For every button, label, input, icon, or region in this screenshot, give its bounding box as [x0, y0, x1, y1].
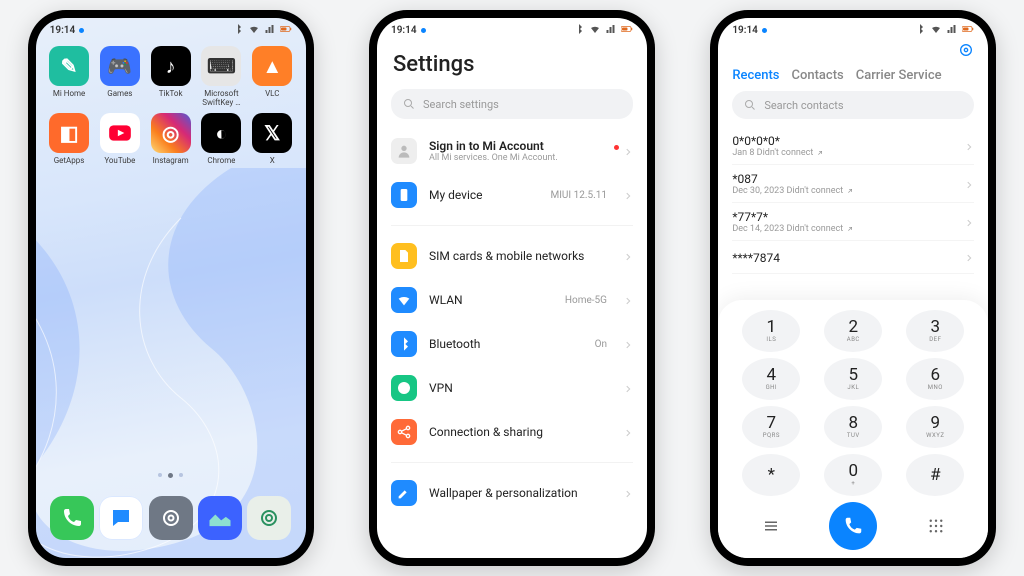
settings-row-wlan[interactable]: WLANHome-5G — [377, 278, 647, 322]
app-microsoft-swiftkey-[interactable]: ⌨Microsoft SwiftKey … — [198, 46, 245, 107]
dock-bar — [44, 488, 298, 548]
status-bar: 19:14 — [718, 18, 988, 38]
tab-carrier-service[interactable]: Carrier Service — [856, 68, 942, 83]
settings-row-account[interactable]: Sign in to Mi Account All Mi services. O… — [377, 129, 647, 173]
chevron-right-icon — [623, 186, 633, 205]
dial-key-3[interactable]: 3DEF — [906, 310, 964, 352]
battery-icon — [962, 23, 974, 38]
signal-icon — [946, 23, 958, 38]
gallery-app[interactable] — [198, 496, 242, 540]
call-button[interactable] — [829, 502, 877, 550]
app-grid: ✎Mi Home🎮Games♪TikTok⌨Microsoft SwiftKey… — [36, 38, 306, 165]
dial-key-6[interactable]: 6MNO — [906, 358, 964, 400]
settings-row-bluetooth[interactable]: BluetoothOn — [377, 322, 647, 366]
phone-dialer: 19:14 Recents Contacts Carrier Service Sea… — [710, 10, 996, 566]
dial-key-8[interactable]: 8TUV — [824, 406, 882, 448]
bluetooth-icon — [573, 23, 585, 38]
call-log: 0*0*0*0*Jan 8 Didn't connect *087Dec 30,… — [718, 127, 988, 274]
chevron-right-icon — [623, 335, 633, 354]
app-x[interactable]: 𝕏X — [249, 113, 296, 165]
app-chrome[interactable]: ◐Chrome — [198, 113, 245, 165]
status-bar: 19:14 — [36, 18, 306, 38]
app-youtube[interactable]: YouTube — [96, 113, 143, 165]
call-log-entry[interactable]: *087Dec 30, 2023 Didn't connect — [732, 165, 974, 203]
chevron-right-icon — [964, 175, 974, 194]
chevron-right-icon — [964, 248, 974, 267]
dialer-keypad-button[interactable] — [914, 517, 958, 535]
dial-key-2[interactable]: 2ABC — [824, 310, 882, 352]
phone-settings: 19:14 Settings Search settings Sign in t… — [369, 10, 655, 566]
call-log-entry[interactable]: ****7874 — [732, 241, 974, 274]
dial-key-9[interactable]: 9WXYZ — [906, 406, 964, 448]
user-icon — [396, 143, 412, 159]
search-icon — [744, 99, 756, 111]
tab-contacts[interactable]: Contacts — [791, 68, 843, 83]
battery-icon — [621, 23, 633, 38]
dial-key-*[interactable]: * — [742, 454, 800, 496]
signal-icon — [264, 23, 276, 38]
chevron-right-icon — [623, 484, 633, 503]
chevron-right-icon — [623, 291, 633, 310]
tab-recents[interactable]: Recents — [732, 68, 779, 83]
wifi-icon — [248, 23, 260, 38]
signal-icon — [605, 23, 617, 38]
settings-row-connection-sharing[interactable]: Connection & sharing — [377, 410, 647, 454]
chevron-right-icon — [623, 423, 633, 442]
app-instagram[interactable]: ◎Instagram — [147, 113, 194, 165]
app-mi-home[interactable]: ✎Mi Home — [46, 46, 93, 107]
settings-search-input[interactable]: Search settings — [391, 89, 633, 119]
app-getapps[interactable]: ◧GetApps — [46, 113, 93, 165]
dial-key-5[interactable]: 5JKL — [824, 358, 882, 400]
settings-row-wallpaper-personalization[interactable]: Wallpaper & personalization — [377, 471, 647, 515]
messages-app[interactable] — [99, 496, 143, 540]
chevron-right-icon — [964, 213, 974, 232]
settings-row-vpn[interactable]: VPN — [377, 366, 647, 410]
page-indicator — [36, 473, 306, 478]
settings-row-my-device[interactable]: My deviceMIUI 12.5.11 — [377, 173, 647, 217]
status-bar: 19:14 — [377, 18, 647, 38]
dial-key-#[interactable]: # — [906, 454, 964, 496]
app-games[interactable]: 🎮Games — [96, 46, 143, 107]
bluetooth-icon — [914, 23, 926, 38]
settings-row-sim-cards-mobile-networks[interactable]: SIM cards & mobile networks — [377, 234, 647, 278]
dialer-settings-icon[interactable] — [958, 42, 974, 62]
page-title: Settings — [377, 38, 647, 83]
wifi-icon — [930, 23, 942, 38]
call-log-entry[interactable]: 0*0*0*0*Jan 8 Didn't connect — [732, 127, 974, 165]
dialer-tabs: Recents Contacts Carrier Service — [718, 62, 988, 91]
phone-home: 19:14 ✎Mi Home🎮Games♪TikTok⌨Microsoft Sw… — [28, 10, 314, 566]
status-time: 19:14 — [50, 25, 76, 36]
dial-pad: 1ILS 2ABC 3DEF 4GHI 5JKL 6MNO 7PQRS 8TUV 9WXYZ * 0… — [718, 300, 988, 558]
wifi-icon — [589, 23, 601, 38]
dial-key-1[interactable]: 1ILS — [742, 310, 800, 352]
chevron-right-icon — [623, 142, 633, 161]
dialer-search-input[interactable]: Search contacts — [732, 91, 974, 119]
dialer-menu-button[interactable] — [749, 517, 793, 535]
chevron-right-icon — [623, 379, 633, 398]
dial-key-0[interactable]: 0+ — [824, 454, 882, 496]
status-dot — [79, 28, 84, 33]
app-tiktok[interactable]: ♪TikTok — [147, 46, 194, 107]
search-icon — [403, 98, 415, 110]
chevron-right-icon — [964, 137, 974, 156]
settings-app[interactable] — [149, 496, 193, 540]
battery-icon — [280, 23, 292, 38]
dial-key-4[interactable]: 4GHI — [742, 358, 800, 400]
call-log-entry[interactable]: *77*7*Dec 14, 2023 Didn't connect — [732, 203, 974, 241]
notification-dot — [614, 145, 619, 150]
phone-app[interactable] — [50, 496, 94, 540]
chevron-right-icon — [623, 247, 633, 266]
camera-app[interactable] — [247, 496, 291, 540]
bluetooth-icon — [232, 23, 244, 38]
dial-key-7[interactable]: 7PQRS — [742, 406, 800, 448]
app-vlc[interactable]: ▲VLC — [249, 46, 296, 107]
